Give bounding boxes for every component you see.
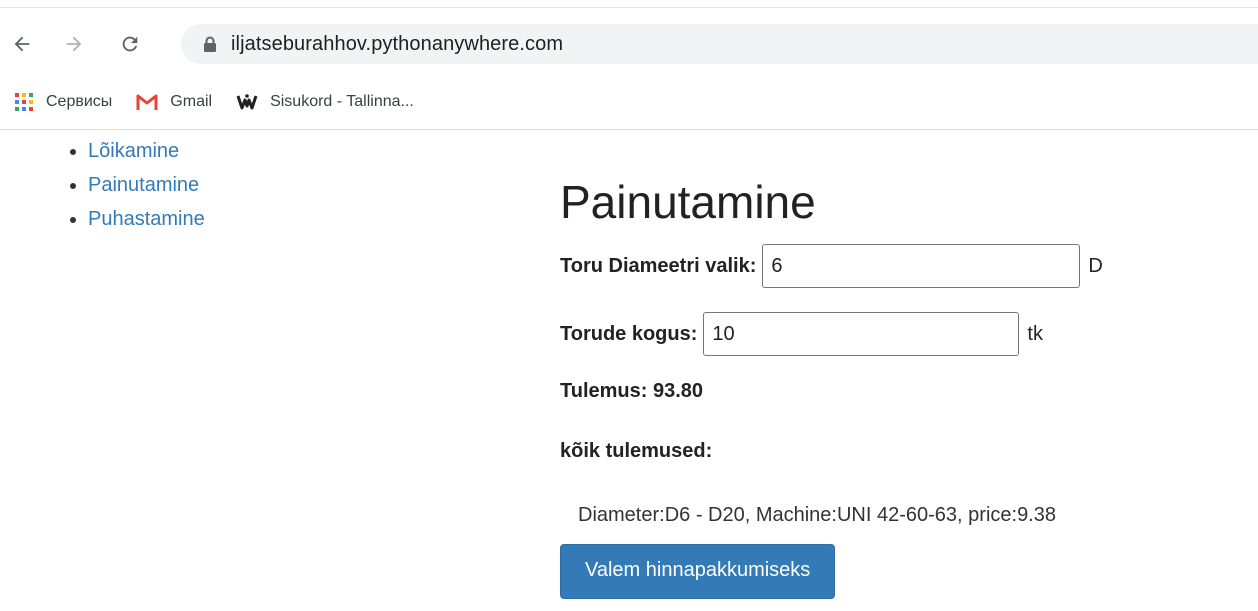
diameter-input[interactable] — [762, 244, 1081, 288]
arrow-right-icon — [66, 36, 82, 52]
browser-top-strip — [0, 0, 1258, 8]
nav-link-puhastamine[interactable]: Puhastamine — [88, 208, 205, 230]
main-content: Painutamine Toru Diameetri valik: D Toru… — [560, 160, 1250, 599]
weebly-icon — [236, 93, 258, 111]
page-title: Painutamine — [560, 176, 816, 228]
forward-button[interactable] — [56, 26, 92, 62]
all-results-label: kõik tulemused: — [560, 440, 713, 462]
bookmark-label: Gmail — [170, 93, 213, 110]
address-bar[interactable]: iljatseburahhov.pythonanywhere.com — [181, 24, 1258, 64]
quantity-unit: tk — [1027, 322, 1043, 345]
apps-grid-icon — [14, 92, 34, 112]
bookmark-label: Сервисы — [46, 93, 113, 110]
result-item: Diameter:D6 - D20, Machine:UNI 42-60-63,… — [578, 504, 1056, 526]
browser-toolbar: iljatseburahhov.pythonanywhere.com — [0, 8, 1258, 78]
nav-link-loikamine[interactable]: Lõikamine — [88, 140, 179, 162]
price-formula-button[interactable]: Valem hinnapakkumiseks — [560, 544, 836, 599]
url-text: iljatseburahhov.pythonanywhere.com — [231, 32, 564, 55]
side-navigation: Lõikamine Painutamine Puhastamine — [40, 134, 205, 236]
reload-button[interactable] — [112, 26, 148, 62]
nav-item-loikamine: Lõikamine — [88, 134, 205, 168]
arrow-left-icon — [14, 36, 30, 52]
nav-link-painutamine[interactable]: Painutamine — [88, 174, 199, 196]
diameter-label: Toru Diameetri valik: — [560, 254, 757, 277]
bookmark-label: Sisukord - Tallinna... — [270, 93, 414, 110]
bookmark-sisukord[interactable]: Sisukord - Tallinna... — [236, 93, 414, 111]
gmail-icon — [136, 93, 158, 111]
nav-item-puhastamine: Puhastamine — [88, 202, 205, 236]
reload-icon — [122, 36, 138, 52]
bookmark-services[interactable]: Сервисы — [14, 92, 112, 112]
diameter-row: Toru Diameetri valik: D — [560, 244, 1250, 288]
back-button[interactable] — [4, 26, 40, 62]
nav-item-painutamine: Painutamine — [88, 168, 205, 202]
result-text: Tulemus: 93.80 — [560, 380, 704, 402]
bookmark-gmail[interactable]: Gmail — [136, 93, 212, 111]
quantity-input[interactable] — [703, 312, 1020, 356]
quantity-label: Torude kogus: — [560, 322, 698, 345]
lock-icon — [203, 36, 219, 52]
diameter-unit: D — [1088, 254, 1103, 277]
quantity-row: Torude kogus: tk — [560, 312, 1250, 356]
bookmarks-bar: Сервисы Gmail Sisukord - Tallinna... — [0, 82, 1258, 122]
chrome-divider — [0, 129, 1258, 130]
